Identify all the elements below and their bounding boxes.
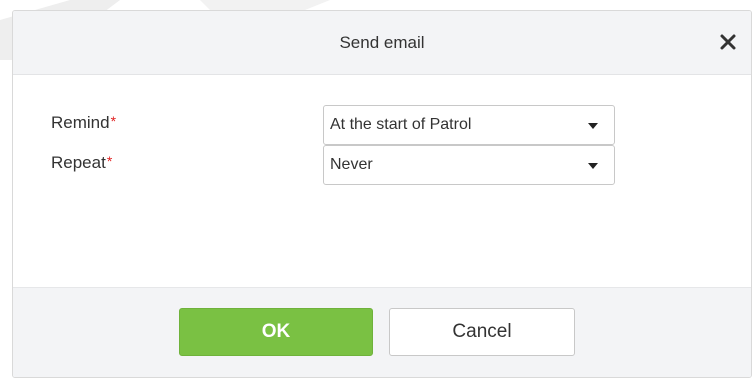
dialog-footer: OK Cancel bbox=[13, 287, 751, 377]
repeat-row: Repeat* Never bbox=[13, 145, 751, 185]
repeat-select-value: Never bbox=[330, 156, 373, 173]
dialog-header: Send email bbox=[13, 11, 751, 75]
repeat-label-text: Repeat bbox=[51, 153, 106, 172]
remind-row: Remind* At the start of Patrol bbox=[13, 105, 751, 145]
remind-select[interactable]: At the start of Patrol bbox=[323, 105, 615, 145]
remind-label: Remind* bbox=[51, 113, 116, 133]
remind-label-text: Remind bbox=[51, 113, 110, 132]
caret-down-icon bbox=[588, 123, 598, 129]
repeat-label: Repeat* bbox=[51, 153, 112, 173]
repeat-required-mark: * bbox=[106, 153, 113, 169]
caret-down-icon bbox=[588, 163, 598, 169]
repeat-select[interactable]: Never bbox=[323, 145, 615, 185]
dialog-title: Send email bbox=[339, 33, 425, 52]
remind-required-mark: * bbox=[110, 113, 117, 129]
cancel-button[interactable]: Cancel bbox=[389, 308, 575, 356]
remind-select-value: At the start of Patrol bbox=[330, 116, 472, 133]
close-button[interactable] bbox=[717, 31, 739, 53]
ok-button[interactable]: OK bbox=[179, 308, 373, 356]
close-icon bbox=[720, 34, 736, 50]
send-email-dialog: Send email Remind* At the start of Patro… bbox=[12, 10, 752, 378]
